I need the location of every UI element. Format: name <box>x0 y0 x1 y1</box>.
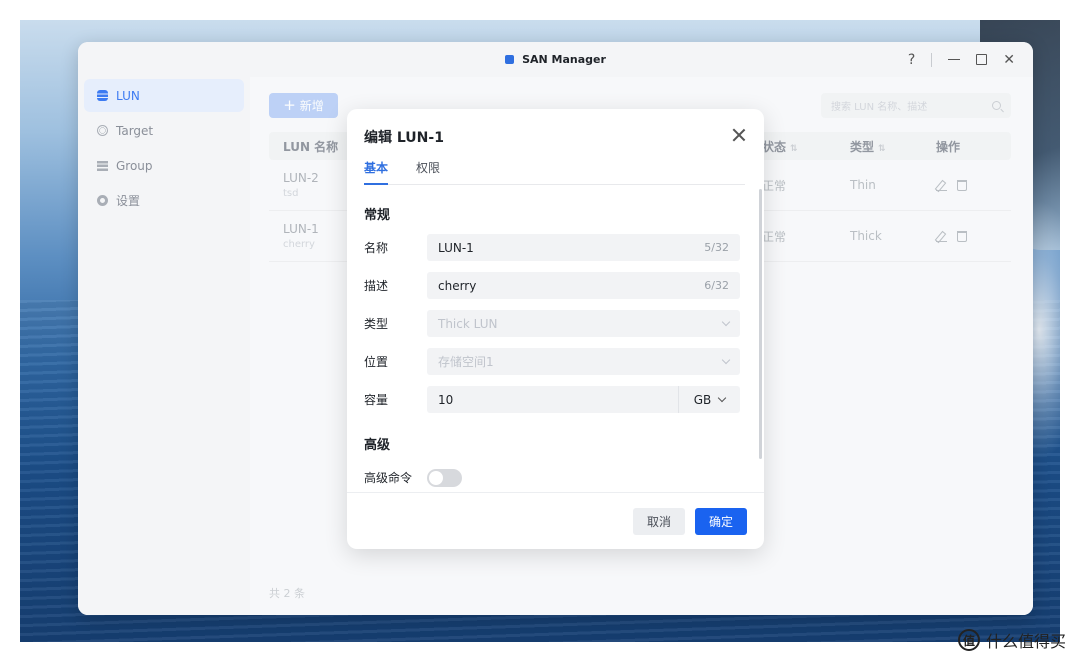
sidebar-item-group[interactable]: Group <box>84 149 244 182</box>
dialog-title: 编辑 LUN-1 <box>364 130 444 146</box>
desc-row: 描述 cherry 6/32 <box>364 272 740 299</box>
help-button[interactable]: ? <box>908 52 915 68</box>
sidebar-item-label: Target <box>116 123 154 138</box>
type-label: 类型 <box>364 317 389 331</box>
sidebar-item-target[interactable]: Target <box>84 114 244 147</box>
type-row: 类型 Thick LUN <box>364 310 740 337</box>
tab-basic[interactable]: 基本 <box>364 159 389 185</box>
name-field[interactable]: LUN-1 5/32 <box>427 234 740 261</box>
location-select: 存储空间1 <box>427 348 740 375</box>
window-title: SAN Manager <box>522 53 606 66</box>
chevron-down-icon <box>721 317 731 327</box>
close-icon[interactable] <box>732 128 746 142</box>
name-label: 名称 <box>364 241 389 255</box>
tab-permissions[interactable]: 权限 <box>416 159 440 185</box>
capacity-row: 容量 10 GB <box>364 386 740 413</box>
sidebar-item-label: 设置 <box>116 194 141 208</box>
confirm-button[interactable]: 确定 <box>695 508 747 535</box>
cancel-button[interactable]: 取消 <box>633 508 685 535</box>
globe-icon <box>96 125 108 137</box>
capacity-label: 容量 <box>364 393 389 407</box>
edit-lun-dialog: 编辑 LUN-1 基本 权限 常规 名称 LUN-1 5/32 描述 cherr… <box>347 109 764 549</box>
window-controls: ? ✕ <box>908 42 1015 77</box>
sidebar-item-lun[interactable]: LUN <box>84 79 244 112</box>
adv-cmd-label: 高级命令 <box>364 471 413 485</box>
unit-value: GB <box>693 392 712 407</box>
name-row: 名称 LUN-1 5/32 <box>364 234 740 261</box>
capacity-value: 10 <box>438 392 454 407</box>
desc-counter: 6/32 <box>704 279 729 292</box>
gear-icon <box>96 195 108 207</box>
capacity-input[interactable]: 10 <box>427 386 678 413</box>
dialog-footer: 取消 确定 <box>347 492 764 549</box>
section-advanced: 高级 <box>364 438 391 453</box>
title-bar: SAN Manager ? ✕ <box>78 42 1033 77</box>
adv-cmd-row: 高级命令 <box>364 464 740 491</box>
database-icon <box>96 90 108 102</box>
name-counter: 5/32 <box>704 241 729 254</box>
watermark: 值 什么值得买 <box>957 628 1066 652</box>
location-label: 位置 <box>364 355 389 369</box>
list-icon <box>96 160 108 172</box>
sidebar-item-label: LUN <box>116 88 140 103</box>
section-general: 常规 <box>364 208 391 223</box>
desc-value: cherry <box>438 278 477 293</box>
maximize-button[interactable] <box>976 54 988 65</box>
location-value: 存储空间1 <box>438 355 494 369</box>
adv-cmd-toggle[interactable] <box>427 468 462 487</box>
capacity-unit-select[interactable]: GB <box>678 386 740 413</box>
sidebar-item-label: Group <box>116 158 153 173</box>
chevron-down-icon <box>721 355 731 365</box>
minimize-button[interactable] <box>948 59 961 60</box>
close-window-button[interactable]: ✕ <box>1003 52 1015 68</box>
type-value: Thick LUN <box>438 316 498 331</box>
watermark-badge: 值 <box>957 629 980 651</box>
sidebar-item-settings[interactable]: 设置 <box>84 184 244 217</box>
dialog-tabs: 基本 权限 <box>364 159 745 185</box>
watermark-text: 什么值得买 <box>985 632 1066 651</box>
dialog-scrollbar[interactable] <box>759 189 762 459</box>
type-select: Thick LUN <box>427 310 740 337</box>
controls-divider <box>931 52 933 67</box>
san-manager-icon <box>505 55 515 64</box>
chevron-down-icon <box>718 393 727 403</box>
location-row: 位置 存储空间1 <box>364 348 740 375</box>
name-value: LUN-1 <box>438 240 474 255</box>
desc-field[interactable]: cherry 6/32 <box>427 272 740 299</box>
desc-label: 描述 <box>364 279 389 293</box>
sidebar: LUN Target Group 设置 <box>78 77 250 615</box>
